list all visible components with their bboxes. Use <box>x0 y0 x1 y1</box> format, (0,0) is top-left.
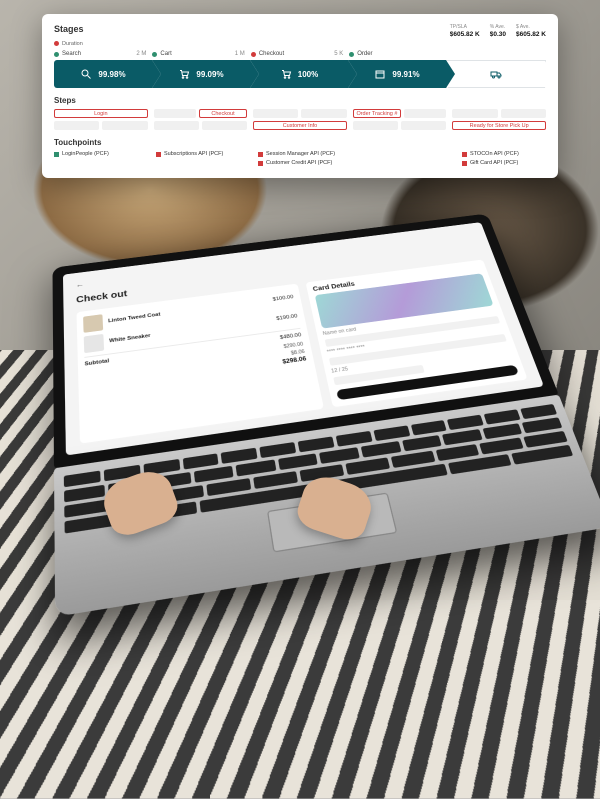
touchpoint-label: Customer Credit API (PCF) <box>266 160 332 166</box>
stage-headers: Search 2 M Cart 1 M Checkout 5 K Order <box>54 51 546 57</box>
touchpoint-label: Gift Card API (PCF) <box>470 160 518 166</box>
step-chip[interactable]: Ready for Store Pick Up <box>452 121 546 130</box>
step-chip[interactable] <box>301 109 346 118</box>
stage-name: Order <box>357 51 372 57</box>
step-chip[interactable] <box>154 121 199 130</box>
top-metrics: TP/SLA$605.82 K % Ave.$0.30 $ Ave.$605.8… <box>450 24 546 38</box>
product-thumb <box>83 314 103 333</box>
summary-line: $8.06 <box>291 349 306 356</box>
checkout-items-panel: Linton Tweed Coat $100.00 White Sneaker … <box>76 284 323 444</box>
stage-name: Cart <box>160 51 171 57</box>
step-chip[interactable]: Order Tracking # <box>353 109 401 118</box>
journey-dashboard: Stages TP/SLA$605.82 K % Ave.$0.30 $ Ave… <box>42 14 558 178</box>
step-chip[interactable] <box>452 109 497 118</box>
touchpoint-label: STOCOn API (PCF) <box>470 151 519 157</box>
metric-label: % Ave. <box>490 24 505 30</box>
card-details-panel: Card Details Name on card **** **** ****… <box>305 260 528 408</box>
product-thumb <box>84 334 104 353</box>
touchpoint-label: Session Manager API (PCF) <box>266 151 335 157</box>
touchpoints-title: Touchpoints <box>54 138 546 147</box>
stage-pct: 100% <box>298 70 318 79</box>
subtotal-value: $480.00 <box>280 332 302 340</box>
step-chip[interactable] <box>353 121 398 130</box>
stage-count: 2 M <box>136 51 152 57</box>
step-chip[interactable] <box>102 121 147 130</box>
stage-count: 5 K <box>334 51 349 57</box>
steps-grid: Login Checkout Customer Info Order Track… <box>54 109 546 130</box>
touchpoint[interactable]: LoginPeople (PCF) <box>54 151 138 157</box>
stage-name: Search <box>62 51 81 57</box>
stage-cart[interactable]: 99.09% <box>152 60 250 88</box>
metric-value: $605.82 K <box>450 31 480 38</box>
metric-label: $ Ave. <box>516 24 530 30</box>
summary-total: $298.06 <box>282 357 307 366</box>
touchpoint[interactable]: Session Manager API (PCF) <box>258 151 342 157</box>
metric-label: TP/SLA <box>450 24 467 30</box>
metric-value: $0.30 <box>490 31 506 38</box>
stage-pct: 99.09% <box>196 70 223 79</box>
stage-count: 1 M <box>235 51 251 57</box>
touchpoints-grid: LoginPeople (PCF) Subscriptions API (PCF… <box>54 151 546 166</box>
stage-pct: 99.91% <box>392 70 419 79</box>
touchpoint[interactable]: Subscriptions API (PCF) <box>156 151 240 157</box>
touchpoint-label: LoginPeople (PCF) <box>62 151 109 157</box>
step-chip[interactable] <box>54 121 99 130</box>
search-icon <box>80 68 92 80</box>
touchpoint[interactable]: Gift Card API (PCF) <box>462 160 546 166</box>
legend: Duration <box>54 41 546 47</box>
product-price: $190.00 <box>276 314 298 322</box>
stage-pct: 99.98% <box>98 70 125 79</box>
cart-icon <box>178 68 190 80</box>
step-chip[interactable] <box>202 121 247 130</box>
step-chip[interactable] <box>253 109 298 118</box>
step-chip[interactable]: Checkout <box>199 109 247 118</box>
product-price: $100.00 <box>272 295 294 303</box>
steps-title: Steps <box>54 96 546 105</box>
metric-value: $605.82 K <box>516 31 546 38</box>
stage-arrows: 99.98% 99.09% 100% 99.91% <box>54 60 546 88</box>
stage-checkout[interactable]: 100% <box>250 60 348 88</box>
touchpoint[interactable]: STOCOn API (PCF) <box>462 151 546 157</box>
stage-search[interactable]: 99.98% <box>54 60 152 88</box>
step-chip[interactable] <box>404 109 446 118</box>
step-chip[interactable] <box>154 109 196 118</box>
legend-item: Duration <box>54 41 83 47</box>
step-chip[interactable] <box>501 109 546 118</box>
stage-delivery[interactable] <box>446 60 546 88</box>
stages-title: Stages <box>54 24 84 34</box>
touchpoint[interactable]: Customer Credit API (PCF) <box>258 160 342 166</box>
stage-name: Checkout <box>259 51 284 57</box>
step-chip[interactable]: Customer Info <box>253 121 347 130</box>
truck-icon <box>490 68 502 80</box>
step-chip[interactable]: Login <box>54 109 148 118</box>
touchpoint-label: Subscriptions API (PCF) <box>164 151 223 157</box>
step-chip[interactable] <box>401 121 446 130</box>
box-icon <box>374 68 386 80</box>
stage-order[interactable]: 99.91% <box>348 60 446 88</box>
cart-icon <box>280 68 292 80</box>
